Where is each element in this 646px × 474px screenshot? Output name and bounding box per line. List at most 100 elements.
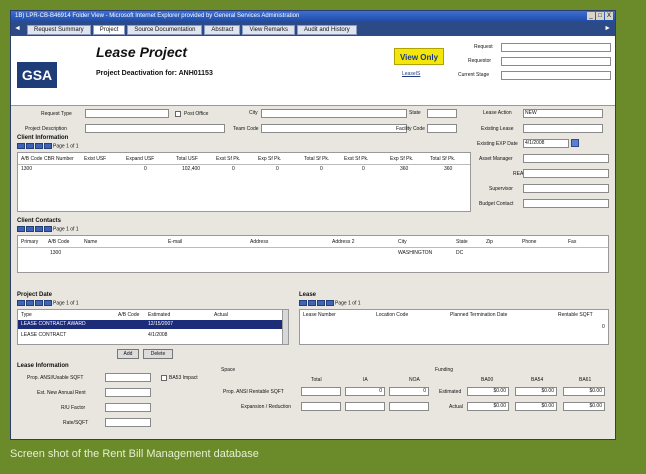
table-cell: LEASE CONTRACT AWARD xyxy=(21,321,86,327)
prev-page-icon[interactable] xyxy=(26,300,34,306)
tab-project[interactable]: Project xyxy=(92,25,126,35)
col-header: Name xyxy=(84,239,98,245)
prev-page-icon[interactable] xyxy=(26,143,34,149)
prop-ansi-rentable-label: Prop. ANSI Rentable SQFT xyxy=(223,389,284,395)
space-ia-field[interactable]: 0 xyxy=(345,387,385,396)
request-type-field[interactable] xyxy=(85,109,169,118)
ru-factor-field[interactable] xyxy=(105,403,151,412)
title-bar: 1B) LPR-CB-B46914 Folder View - Microsof… xyxy=(11,11,615,22)
estimated-ba00-field[interactable]: $0.00 xyxy=(467,387,509,396)
state-field[interactable] xyxy=(427,109,457,118)
rea-field[interactable] xyxy=(523,169,609,178)
tab-abstract[interactable]: Abstract xyxy=(204,25,241,35)
expansion-ia-field[interactable] xyxy=(345,402,385,411)
delete-button[interactable]: Delete xyxy=(143,349,173,359)
project-description-label: Project Description xyxy=(25,126,67,132)
prop-ansi-usable-field[interactable] xyxy=(105,373,151,382)
ba53-impact-label: BA53 Impact xyxy=(169,375,198,381)
next-page-icon[interactable] xyxy=(35,226,43,232)
actual-ba54-field[interactable]: $0.00 xyxy=(515,402,557,411)
prop-ansi-usable-label: Prop. ANSI/Usable SQFT xyxy=(27,375,84,381)
table-cell: 1300 xyxy=(21,166,33,172)
client-information-title: Client Information xyxy=(17,135,69,141)
client-contacts-page-text: Page 1 of 1 xyxy=(53,226,79,233)
asset-manager-field[interactable] xyxy=(523,154,609,163)
estimated-ba54-field[interactable]: $0.00 xyxy=(515,387,557,396)
project-date-scrollbar[interactable] xyxy=(282,310,288,344)
space-noa-field[interactable]: 0 xyxy=(389,387,429,396)
col-header: Address 2 xyxy=(332,239,355,245)
city-field[interactable] xyxy=(261,109,407,118)
col-header: Rentable SQFT xyxy=(558,312,593,318)
first-page-icon[interactable] xyxy=(17,226,25,232)
existing-exp-date-field[interactable]: 4/1/2008 xyxy=(523,139,569,148)
leaseis-link[interactable]: LeaseIS xyxy=(402,71,420,77)
next-page-icon[interactable] xyxy=(317,300,325,306)
table-row-selected[interactable]: LEASE CONTRACT AWARD 12/15/2007 xyxy=(18,320,282,329)
est-annual-rent-field[interactable] xyxy=(105,388,151,397)
last-page-icon[interactable] xyxy=(44,300,52,306)
current-stage-field[interactable] xyxy=(501,71,611,80)
lease-page-text: Page 1 of 1 xyxy=(335,300,361,307)
add-button[interactable]: Add xyxy=(117,349,139,359)
actual-ba61-field[interactable]: $0.00 xyxy=(563,402,605,411)
last-page-icon[interactable] xyxy=(44,226,52,232)
budget-contact-field[interactable] xyxy=(523,199,609,208)
first-page-icon[interactable] xyxy=(17,300,25,306)
first-page-icon[interactable] xyxy=(17,143,25,149)
minimize-button[interactable]: _ xyxy=(587,12,595,20)
table-cell: DC xyxy=(456,250,464,256)
last-page-icon[interactable] xyxy=(326,300,334,306)
window-controls: _ □ X xyxy=(586,12,613,20)
team-code-field[interactable] xyxy=(261,124,407,133)
project-date-pager: Page 1 of 1 xyxy=(17,300,79,306)
project-description-field[interactable] xyxy=(85,124,225,133)
space-col-total: Total xyxy=(311,377,322,383)
expansion-total-field[interactable] xyxy=(301,402,341,411)
requestor-field[interactable] xyxy=(501,57,611,66)
page-subtitle: Project Deactivation for: ANH01153 xyxy=(96,70,213,77)
facility-code-field[interactable] xyxy=(427,124,457,133)
tab-request-summary[interactable]: Request Summary xyxy=(27,25,91,35)
project-date-title: Project Date xyxy=(17,292,53,298)
col-header: CBR Number xyxy=(44,156,74,162)
forward-arrow-icon[interactable]: ► xyxy=(604,25,611,32)
existing-lease-field[interactable] xyxy=(523,124,603,133)
close-button[interactable]: X xyxy=(605,12,613,20)
next-page-icon[interactable] xyxy=(35,300,43,306)
last-page-icon[interactable] xyxy=(44,143,52,149)
next-page-icon[interactable] xyxy=(35,143,43,149)
tab-view-remarks[interactable]: View Remarks xyxy=(242,25,296,35)
funding-title: Funding xyxy=(435,367,454,373)
expansion-noa-field[interactable] xyxy=(389,402,429,411)
rate-sqft-label: Rate/SQFT xyxy=(63,420,89,426)
maximize-button[interactable]: □ xyxy=(596,12,604,20)
tab-audit-history[interactable]: Audit and History xyxy=(297,25,357,35)
rate-sqft-field[interactable] xyxy=(105,418,151,427)
project-date-table: Type A/B Code Estimated Actual LEASE CON… xyxy=(17,309,289,345)
calendar-icon[interactable] xyxy=(571,139,579,147)
request-field[interactable] xyxy=(501,43,611,52)
post-office-checkbox[interactable] xyxy=(175,111,181,117)
tab-source-documentation[interactable]: Source Documentation xyxy=(127,25,203,35)
prev-page-icon[interactable] xyxy=(308,300,316,306)
view-only-badge: View Only xyxy=(394,48,444,65)
lease-action-label: Lease Action xyxy=(483,110,512,116)
back-arrow-icon[interactable]: ◄ xyxy=(14,25,21,32)
lease-action-field[interactable]: NEW xyxy=(523,109,603,118)
table-cell: 0 xyxy=(362,166,365,172)
prev-page-icon[interactable] xyxy=(26,226,34,232)
estimated-ba61-field[interactable]: $0.00 xyxy=(563,387,605,396)
browser-window: 1B) LPR-CB-B46914 Folder View - Microsof… xyxy=(10,10,616,440)
space-total-field[interactable] xyxy=(301,387,341,396)
col-header: Expand USF xyxy=(126,156,155,162)
col-header: Total USF xyxy=(176,156,198,162)
ba53-impact-checkbox[interactable] xyxy=(161,375,167,381)
first-page-icon[interactable] xyxy=(299,300,307,306)
actual-label: Actual xyxy=(449,404,463,410)
requestor-label: Requestor xyxy=(468,58,492,64)
estimated-label: Estimated xyxy=(439,389,462,395)
table-cell: 0 xyxy=(320,166,323,172)
actual-ba00-field[interactable]: $0.00 xyxy=(467,402,509,411)
supervisor-field[interactable] xyxy=(523,184,609,193)
